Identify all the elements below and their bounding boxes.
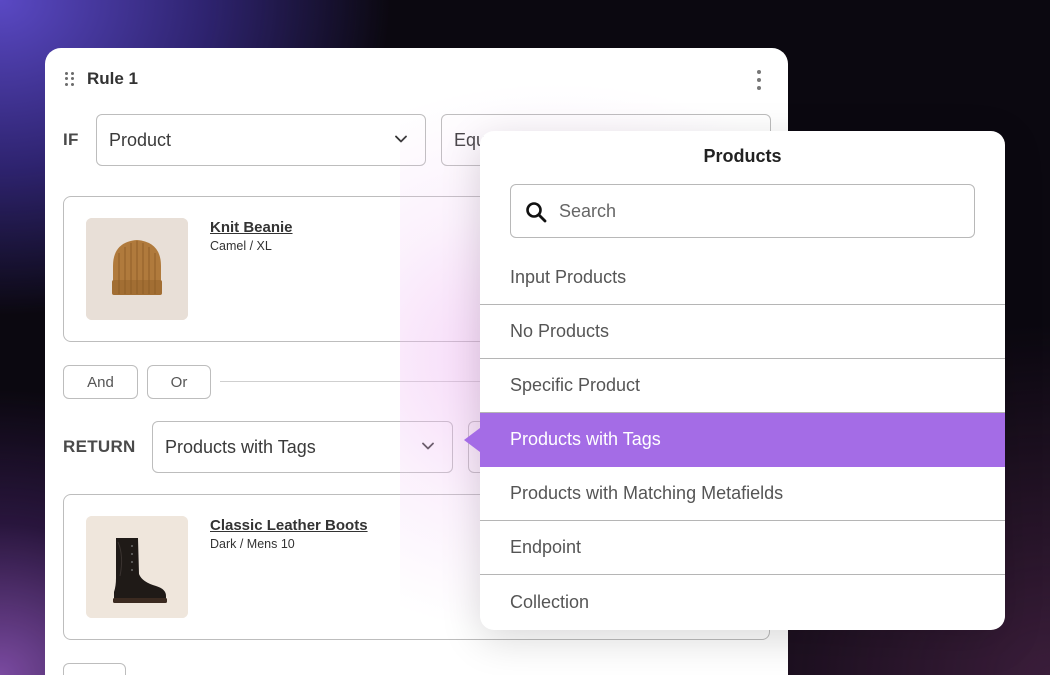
return-select-value: Products with Tags [165, 436, 316, 457]
condition-select-value: Product [109, 129, 172, 150]
add-button[interactable] [63, 663, 126, 675]
search-icon [526, 202, 547, 223]
condition-product-variant: Camel / XL [210, 239, 272, 253]
return-product-variant: Dark / Mens 10 [210, 537, 295, 551]
condition-select[interactable]: Product [96, 114, 426, 166]
chevron-down-icon [422, 442, 434, 450]
condition-product-name[interactable]: Knit Beanie [210, 219, 293, 236]
option-collection[interactable]: Collection [480, 575, 1005, 629]
option-products-with-tags[interactable]: Products with Tags [480, 413, 1005, 467]
products-dropdown: Products Input Products No Products Spec… [464, 131, 1005, 630]
and-button[interactable]: And [63, 365, 138, 399]
option-products-with-matching-metafields[interactable]: Products with Matching Metafields [480, 467, 1005, 521]
dropdown-title: Products [703, 146, 782, 166]
rule-title: Rule 1 [87, 69, 139, 88]
dropdown-pointer [464, 428, 480, 452]
rule-header: Rule 1 [65, 68, 138, 90]
dropdown-options: Input Products No Products Specific Prod… [480, 251, 1005, 629]
search-field[interactable] [510, 184, 975, 238]
leather-boots-image [86, 516, 188, 618]
or-button[interactable]: Or [147, 365, 211, 399]
if-keyword: IF [63, 130, 79, 149]
return-keyword: RETURN [63, 437, 136, 456]
knit-beanie-image [86, 218, 188, 320]
return-product-name[interactable]: Classic Leather Boots [210, 517, 368, 534]
option-endpoint[interactable]: Endpoint [480, 521, 1005, 575]
chevron-down-icon [395, 135, 407, 143]
option-no-products[interactable]: No Products [480, 305, 1005, 359]
search-input[interactable] [559, 200, 959, 222]
option-specific-product[interactable]: Specific Product [480, 359, 1005, 413]
option-input-products[interactable]: Input Products [480, 251, 1005, 305]
return-select[interactable]: Products with Tags [152, 421, 453, 473]
more-options-icon[interactable] [756, 70, 762, 90]
drag-handle-icon[interactable] [65, 72, 75, 86]
